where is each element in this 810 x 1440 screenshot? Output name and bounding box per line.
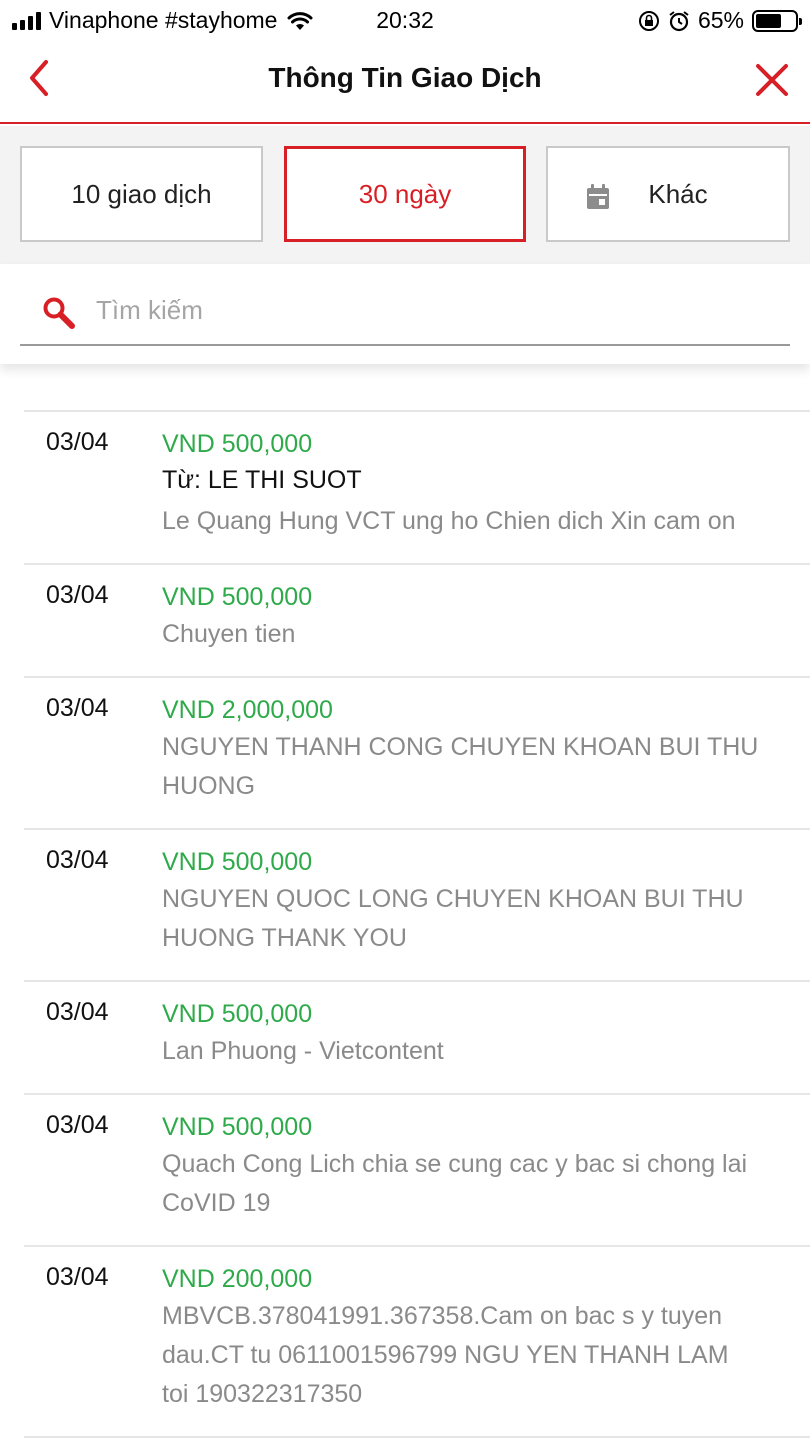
orientation-lock-icon	[638, 10, 659, 31]
transaction-date: 03/04	[46, 581, 109, 609]
search-bar	[0, 264, 810, 364]
nav-bar: Thông Tin Giao Dịch	[0, 44, 810, 124]
transaction-description: MBVCB.378041991.367358.Cam on bac s y tu…	[162, 1302, 729, 1408]
page-title: Thông Tin Giao Dịch	[268, 62, 542, 93]
alarm-icon	[669, 10, 689, 31]
battery-percent: 65%	[697, 7, 744, 33]
battery-fill	[756, 13, 781, 28]
transaction-description: Quach Cong Lich chia se cung cac y bac s…	[162, 1150, 748, 1217]
transaction-body: VND 500,000 Chuyen tien	[162, 581, 810, 654]
screen: Vinaphone #stayhome 20:32 65% Thông Tin …	[0, 0, 810, 1440]
calendar-icon	[587, 184, 609, 209]
transaction-row[interactable]: 03/04 VND 500,000 Lan Phuong - Vietcontent	[24, 980, 810, 1093]
filter-label: Khác	[648, 178, 708, 209]
status-right: 65%	[638, 7, 802, 34]
transaction-row[interactable]: 03/04 VND 500,000 Từ: LE THI SUOT Le Quang …	[24, 410, 810, 563]
transaction-date: 03/04	[46, 428, 109, 456]
filter-label: 10 giao dịch	[71, 178, 212, 209]
transaction-amount: VND 500,000	[162, 848, 313, 876]
transaction-items: 03/04 VND 500,000 Từ: LE THI SUOT Le Quang …	[0, 410, 810, 1440]
filter-bar: 10 giao dịch 30 ngày Khác	[0, 126, 810, 264]
transaction-description: NGUYEN QUOC LONG CHUYEN KHOAN BUI THU HU…	[162, 885, 744, 952]
transaction-body: VND 500,000 Quach Cong Lich chia se cung …	[162, 1111, 810, 1223]
transaction-date: 03/04	[46, 998, 109, 1026]
filter-other-button[interactable]: Khác	[546, 146, 790, 242]
filter-label: 30 ngày	[358, 178, 452, 209]
transaction-body: VND 2,000,000 NGUYEN THANH CONG CHUYEN KH…	[162, 694, 810, 806]
close-icon[interactable]	[752, 60, 792, 100]
transaction-description: Le Quang Hung VCT ung ho Chien dich Xin …	[162, 507, 736, 535]
transaction-date: 03/04	[46, 694, 109, 722]
transaction-description: Lan Phuong - Vietcontent	[162, 1037, 444, 1065]
transaction-amount: VND 500,000	[162, 1113, 313, 1141]
transaction-amount: VND 500,000	[162, 1000, 313, 1028]
search-row	[20, 278, 790, 346]
transaction-row[interactable]: 03/04 VND 2,000,000 NGUYEN THANH CONG CHUY…	[24, 676, 810, 828]
transaction-date: 03/04	[46, 1111, 109, 1139]
transaction-row[interactable]: 03/04 VND 500,000 NGUYEN QUOC LONG CHUYEN …	[24, 828, 810, 980]
transaction-amount: VND 500,000	[162, 430, 313, 458]
transaction-amount: VND 200,000	[162, 1265, 313, 1293]
search-icon	[43, 297, 75, 329]
transaction-body: VND 500,000 NGUYEN QUOC LONG CHUYEN KHOAN…	[162, 846, 810, 958]
battery-icon	[752, 9, 802, 32]
transaction-row[interactable]: 03/04 VND 200,000 MBVCB.378041991.367358.C…	[24, 1245, 810, 1436]
filter-30-days-button[interactable]: 30 ngày	[284, 146, 526, 242]
transaction-date: 03/04	[46, 1263, 109, 1291]
transaction-list[interactable]: 03/04 VND 500,000 Từ: LE THI SUOT Le Quang …	[0, 364, 810, 1440]
transaction-sender: Từ: LE THI SUOT	[162, 466, 362, 494]
transaction-date: 03/04	[46, 846, 109, 874]
transaction-body: VND 500,000 Lan Phuong - Vietcontent	[162, 998, 810, 1071]
transaction-row[interactable]: 03/04 VND 500,000 Chuyen tien	[24, 563, 810, 676]
transaction-body: VND 500,000 Từ: LE THI SUOT Le Quang Hung …	[162, 428, 810, 541]
filter-10-transactions-button[interactable]: 10 giao dịch	[20, 146, 263, 242]
transaction-row[interactable]: 03/04 VND 500,000 Quach Cong Lich chia se …	[24, 1093, 810, 1245]
status-bar: Vinaphone #stayhome 20:32 65%	[0, 0, 810, 44]
transaction-amount: VND 2,000,000	[162, 696, 333, 724]
transaction-description: NGUYEN THANH CONG CHUYEN KHOAN BUI THU H…	[162, 733, 759, 800]
transaction-row[interactable]: 03/04VND 1,050,000	[24, 1436, 810, 1440]
search-input[interactable]	[96, 290, 696, 330]
transaction-amount: VND 500,000	[162, 583, 313, 611]
transaction-body: VND 200,000 MBVCB.378041991.367358.Cam on…	[162, 1263, 810, 1414]
transaction-description: Chuyen tien	[162, 620, 296, 648]
